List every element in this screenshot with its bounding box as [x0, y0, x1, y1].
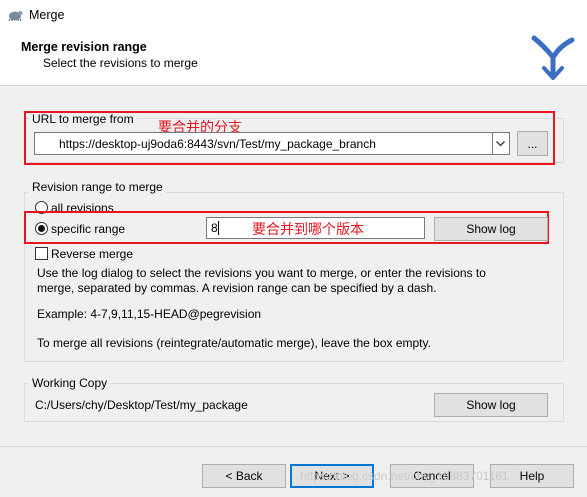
- chevron-down-icon: [496, 141, 505, 147]
- specific-range-radio[interactable]: [35, 222, 48, 235]
- title-bar: [0, 0, 587, 30]
- browse-button[interactable]: ...: [517, 131, 548, 156]
- specific-range-label: specific range: [51, 222, 126, 236]
- reverse-merge-label: Reverse merge: [51, 247, 134, 261]
- revision-range-value: 8: [211, 221, 218, 235]
- back-button[interactable]: < Back: [202, 464, 286, 488]
- range-annotation: 要合并到哪个版本: [252, 221, 364, 237]
- footer-separator: [0, 446, 587, 447]
- tortoise-app-icon: [8, 11, 23, 22]
- merge-logo-icon: [531, 35, 575, 80]
- page-title: Merge revision range: [21, 40, 147, 54]
- revision-range-group-label: Revision range to merge: [29, 180, 166, 194]
- watermark-text: https://blog.csdn.net/chy_18883701161: [300, 469, 509, 483]
- radio-selected-dot: [38, 225, 45, 232]
- show-log-button[interactable]: Show log: [434, 217, 548, 241]
- page-subtitle: Select the revisions to merge: [43, 56, 198, 70]
- window-title: Merge: [29, 8, 65, 22]
- working-copy-path: C:/Users/chy/Desktop/Test/my_package: [35, 398, 248, 412]
- working-copy-show-log-button[interactable]: Show log: [434, 393, 548, 417]
- help-text-line1: Use the log dialog to select the revisio…: [37, 266, 486, 280]
- example-text: Example: 4-7,9,11,15-HEAD@pegrevision: [37, 307, 262, 321]
- working-copy-group-label: Working Copy: [29, 376, 111, 390]
- url-combobox[interactable]: https://desktop-uj9oda6:8443/svn/Test/my…: [34, 132, 510, 155]
- text-caret: [218, 221, 219, 235]
- reintegrate-note: To merge all revisions (reintegrate/auto…: [37, 336, 431, 350]
- reverse-merge-checkbox[interactable]: [35, 247, 48, 260]
- url-value: https://desktop-uj9oda6:8443/svn/Test/my…: [59, 137, 376, 151]
- url-dropdown-button[interactable]: [492, 133, 509, 154]
- help-text-line2: merge, separated by commas. A revision r…: [37, 281, 437, 295]
